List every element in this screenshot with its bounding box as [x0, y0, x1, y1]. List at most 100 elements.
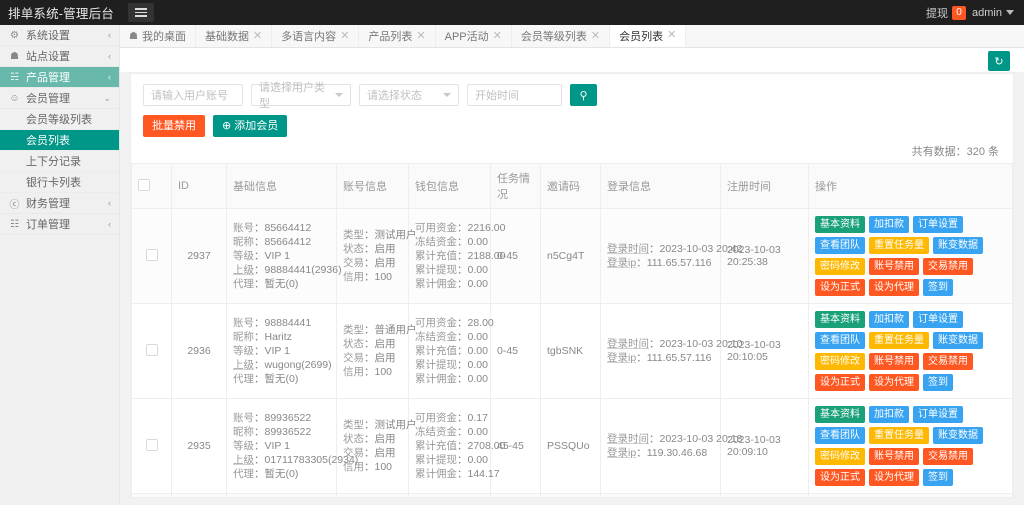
coin-icon: ⓒ [8, 196, 21, 211]
label-parent: 上级 [233, 454, 254, 466]
action-order-settings-button[interactable]: 订单设置 [913, 406, 963, 423]
sidebar-item-system-settings[interactable]: ⚙ 系统设置 ‹ [0, 25, 119, 46]
sidebar-item-member-management[interactable]: ☺ 会员管理 ⌄ [0, 88, 119, 109]
select-all-header[interactable] [132, 164, 172, 209]
withdraw-count-badge: 0 [952, 6, 966, 20]
tab-multilang-content[interactable]: 多语言内容 ✕ [272, 25, 359, 47]
sidebar-item-label: 会员管理 [26, 90, 103, 106]
search-button[interactable]: ⚲ [570, 84, 597, 106]
row-select-cell[interactable] [132, 304, 172, 399]
action-basic-info-button[interactable]: 基本资料 [815, 216, 865, 233]
action-reset-tasks-button[interactable]: 重置任务量 [869, 237, 929, 254]
chevron-left-icon: ‹ [108, 30, 111, 40]
label-frozen: 冻结资金 [415, 236, 457, 248]
action-account-changes-button[interactable]: 账变数据 [933, 332, 983, 349]
batch-disable-button[interactable]: 批量禁用 [143, 115, 205, 137]
start-time-input[interactable]: 开始时间 [467, 84, 562, 106]
value-available: 0.17 [468, 412, 488, 424]
action-change-password-button[interactable]: 密码修改 [815, 353, 865, 370]
sidebar-subitem-member-levels[interactable]: 会员等级列表 [0, 109, 119, 130]
action-set-official-button[interactable]: 设为正式 [815, 279, 865, 296]
sidebar-item-site-settings[interactable]: ☗ 站点设置 ‹ [0, 46, 119, 67]
status-select[interactable]: 请选择状态 [359, 84, 459, 106]
search-account-input[interactable]: 请输入用户账号 [143, 84, 243, 106]
refresh-icon[interactable]: ↻ [988, 51, 1010, 71]
row-checkbox[interactable] [146, 439, 158, 451]
sidebar-item-label: 财务管理 [26, 195, 108, 211]
action-set-agent-button[interactable]: 设为代理 [869, 279, 919, 296]
user-menu[interactable]: admin [972, 7, 1014, 19]
action-set-official-button[interactable]: 设为正式 [815, 469, 865, 486]
action-account-changes-button[interactable]: 账变数据 [933, 237, 983, 254]
action-view-team-button[interactable]: 查看团队 [815, 332, 865, 349]
value-credit: 100 [375, 271, 393, 283]
search-account-placeholder: 请输入用户账号 [151, 87, 228, 103]
value-agent: 暂无(0) [265, 373, 299, 385]
action-adjust-balance-button[interactable]: 加扣款 [869, 406, 909, 423]
user-icon: ☺ [8, 93, 21, 104]
close-icon[interactable]: ✕ [667, 30, 676, 41]
add-member-label: 添加会员 [234, 115, 278, 137]
action-checkin-button[interactable]: 签到 [923, 374, 953, 391]
sidebar-subitem-member-list[interactable]: 会员列表 [0, 130, 119, 151]
hamburger-icon[interactable] [128, 3, 154, 22]
tab-member-list[interactable]: 会员列表 ✕ [610, 25, 686, 47]
label-credit: 信用 [343, 461, 364, 473]
select-all-checkbox[interactable] [138, 179, 150, 191]
value-agent: 暂无(0) [265, 468, 299, 480]
row-checkbox[interactable] [146, 249, 158, 261]
withdraw-notice[interactable]: 提现 0 [926, 5, 966, 21]
tab-product-list[interactable]: 产品列表 ✕ [359, 25, 435, 47]
label-trade: 交易 [343, 257, 364, 269]
action-reset-tasks-button[interactable]: 重置任务量 [869, 332, 929, 349]
action-account-changes-button[interactable]: 账变数据 [933, 427, 983, 444]
action-change-password-button[interactable]: 密码修改 [815, 258, 865, 275]
tab-member-levels[interactable]: 会员等级列表 ✕ [512, 25, 610, 47]
label-credit: 信用 [343, 271, 364, 283]
close-icon[interactable]: ✕ [416, 31, 425, 42]
action-adjust-balance-button[interactable]: 加扣款 [869, 311, 909, 328]
action-set-agent-button[interactable]: 设为代理 [869, 374, 919, 391]
action-disable-account-button[interactable]: 账号禁用 [869, 353, 919, 370]
tab-basic-data[interactable]: 基础数据 ✕ [196, 25, 272, 47]
row-select-cell[interactable] [132, 399, 172, 494]
action-disable-trade-button[interactable]: 交易禁用 [923, 353, 973, 370]
tab-app-activity[interactable]: APP活动 ✕ [436, 25, 512, 47]
action-disable-account-button[interactable]: 账号禁用 [869, 448, 919, 465]
action-disable-trade-button[interactable]: 交易禁用 [923, 448, 973, 465]
action-set-official-button[interactable]: 设为正式 [815, 374, 865, 391]
user-type-select[interactable]: 请选择用户类型 [251, 84, 351, 106]
tab-my-desktop[interactable]: ☗ 我的桌面 [120, 25, 196, 47]
action-disable-trade-button[interactable]: 交易禁用 [923, 258, 973, 275]
action-reset-tasks-button[interactable]: 重置任务量 [869, 427, 929, 444]
row-checkbox[interactable] [146, 344, 158, 356]
close-icon[interactable]: ✕ [253, 31, 262, 42]
action-set-agent-button[interactable]: 设为代理 [869, 469, 919, 486]
row-select-cell[interactable] [132, 494, 172, 499]
add-member-button[interactable]: ⊕ 添加会员 [213, 115, 287, 137]
table-row: 2937 账号：85664412 昵称：85664412 等级：VIP 1 上级… [132, 209, 1013, 304]
close-icon[interactable]: ✕ [493, 31, 502, 42]
chevron-down-icon: ⌄ [103, 93, 111, 104]
row-select-cell[interactable] [132, 209, 172, 304]
action-checkin-button[interactable]: 签到 [923, 469, 953, 486]
action-view-team-button[interactable]: 查看团队 [815, 237, 865, 254]
action-basic-info-button[interactable]: 基本资料 [815, 406, 865, 423]
tab-label: APP活动 [445, 28, 489, 44]
action-order-settings-button[interactable]: 订单设置 [913, 216, 963, 233]
sidebar-subitem-points-records[interactable]: 上下分记录 [0, 151, 119, 172]
action-order-settings-button[interactable]: 订单设置 [913, 311, 963, 328]
action-adjust-balance-button[interactable]: 加扣款 [869, 216, 909, 233]
cell-operations: 基本资料 加扣款 订单设置 [809, 494, 1013, 499]
close-icon[interactable]: ✕ [340, 31, 349, 42]
close-icon[interactable]: ✕ [591, 31, 600, 42]
sidebar-item-finance-management[interactable]: ⓒ 财务管理 ‹ [0, 193, 119, 214]
action-disable-account-button[interactable]: 账号禁用 [869, 258, 919, 275]
action-basic-info-button[interactable]: 基本资料 [815, 311, 865, 328]
action-change-password-button[interactable]: 密码修改 [815, 448, 865, 465]
sidebar-subitem-bankcard-list[interactable]: 银行卡列表 [0, 172, 119, 193]
sidebar-item-product-management[interactable]: ☵ 产品管理 ‹ [0, 67, 119, 88]
sidebar-item-order-management[interactable]: ☷ 订单管理 ‹ [0, 214, 119, 235]
action-view-team-button[interactable]: 查看团队 [815, 427, 865, 444]
action-checkin-button[interactable]: 签到 [923, 279, 953, 296]
